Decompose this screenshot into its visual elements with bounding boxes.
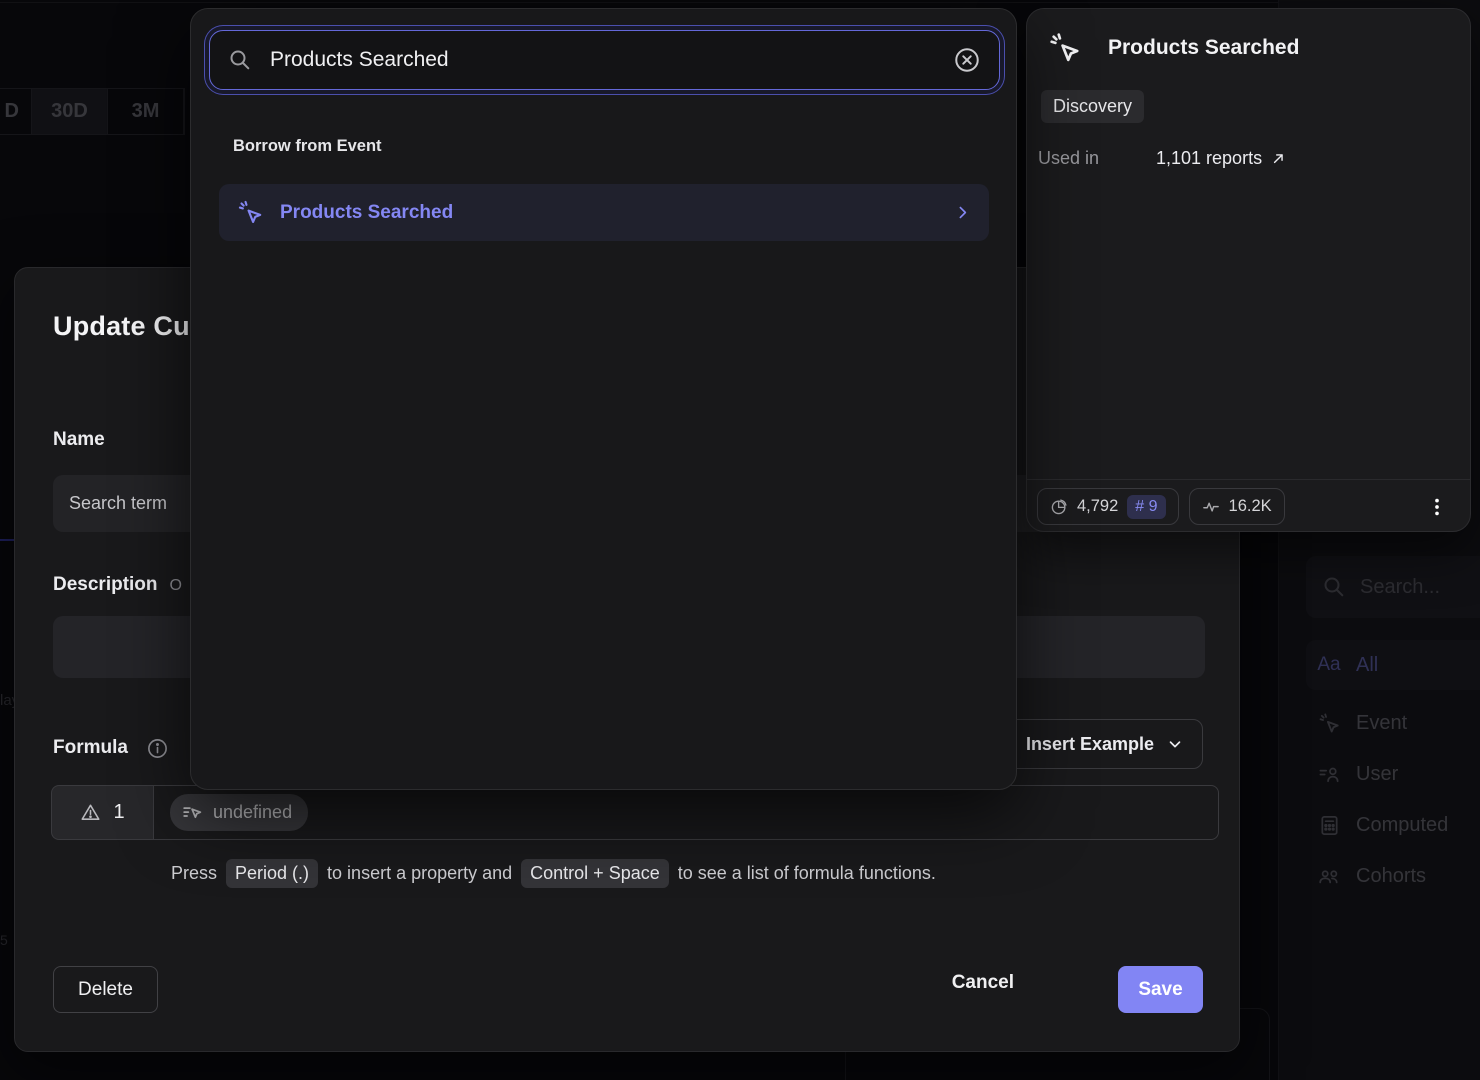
formula-error-indicator[interactable]: 1 [51, 785, 153, 840]
search-icon [228, 48, 252, 72]
sidebar-item-event[interactable]: Event [1306, 698, 1480, 748]
search-icon [1322, 575, 1346, 599]
optional-label-fragment: O [170, 577, 182, 594]
user-icon [1316, 763, 1342, 786]
cohorts-icon [1316, 865, 1342, 888]
formula-input[interactable]: undefined [153, 785, 1219, 840]
error-count: 1 [113, 801, 124, 824]
save-button[interactable]: Save [1118, 966, 1203, 1013]
pie-chart-icon [1050, 498, 1068, 516]
event-cursor-icon [1316, 712, 1342, 735]
clear-search-icon[interactable] [953, 46, 981, 74]
warning-icon [80, 802, 101, 823]
info-icon[interactable] [146, 737, 169, 760]
divider [0, 2, 1480, 3]
result-label: Products Searched [280, 202, 938, 224]
property-chip[interactable]: undefined [170, 794, 308, 831]
search-result-products-searched[interactable]: Products Searched [219, 184, 989, 241]
calculator-icon [1316, 814, 1342, 837]
event-cursor-icon [1048, 31, 1082, 65]
external-link-icon [1270, 150, 1287, 167]
sidebar-item-label: Computed [1356, 814, 1448, 837]
total-count: 4,792 [1077, 497, 1118, 516]
dropdown-search-field [209, 30, 1000, 90]
sidebar-item-label: Cohorts [1356, 865, 1426, 888]
category-badge: Discovery [1041, 90, 1144, 123]
time-range-30d[interactable]: 30D [32, 89, 108, 134]
sidebar-item-label: Event [1356, 712, 1407, 735]
sidebar-item-all[interactable]: Aa All [1306, 640, 1480, 690]
divider [1027, 479, 1470, 480]
description-label: DescriptionO [53, 574, 182, 596]
used-in-label: Used in [1038, 148, 1156, 169]
count-stat-pill[interactable]: 4,792 # 9 [1037, 488, 1179, 525]
modal-title: Update Cu [53, 311, 190, 342]
event-title: Products Searched [1108, 36, 1299, 60]
chevron-down-icon [1166, 735, 1184, 753]
property-search-dropdown: Borrow from Event Products Searched [190, 8, 1017, 790]
kbd-control-space: Control + Space [521, 859, 669, 888]
volume-stat-pill[interactable]: 16.2K [1189, 488, 1285, 525]
property-chip-label: undefined [213, 802, 292, 823]
chevron-right-icon [954, 204, 971, 221]
text-aa-icon: Aa [1316, 654, 1342, 676]
cancel-button[interactable]: Cancel [952, 972, 1014, 994]
sidebar-item-user[interactable]: User [1306, 749, 1480, 799]
activity-pulse-icon [1202, 498, 1220, 516]
app-screen: D 30D 3M lay 5 Aa All Event User [0, 0, 1480, 1080]
dropdown-search-input[interactable] [270, 48, 935, 72]
kbd-period: Period (.) [226, 859, 318, 888]
used-in-reports-link[interactable]: 1,101 reports [1156, 148, 1287, 169]
chart-line-fragment [0, 539, 14, 541]
time-range-7d[interactable]: D [0, 89, 32, 134]
sidebar-search[interactable] [1306, 556, 1480, 618]
sidebar-item-cohorts[interactable]: Cohorts [1306, 851, 1480, 901]
event-card-header: Products Searched [1048, 31, 1299, 65]
event-cursor-icon [237, 199, 264, 226]
formula-label: Formula [53, 737, 128, 759]
time-range-3m[interactable]: 3M [108, 89, 184, 134]
time-range-selector: D 30D 3M [0, 88, 185, 135]
volume-value: 16.2K [1229, 497, 1272, 516]
sidebar-item-computed[interactable]: Computed [1306, 800, 1480, 850]
event-stats-row: 4,792 # 9 16.2K [1037, 488, 1462, 525]
borrowed-property-icon [182, 802, 203, 823]
used-in-row: Used in 1,101 reports [1038, 148, 1287, 169]
more-options-button[interactable] [1426, 494, 1448, 520]
axis-number-fragment: 5 [0, 932, 8, 948]
rank-badge: # 9 [1127, 495, 1165, 519]
event-detail-card: Products Searched Discovery Used in 1,10… [1026, 8, 1471, 532]
name-label: Name [53, 429, 105, 451]
sidebar-item-label: User [1356, 763, 1398, 786]
sidebar-item-label: All [1356, 654, 1378, 677]
sidebar-search-input[interactable] [1360, 576, 1460, 599]
insert-example-button[interactable]: Insert Example [1005, 719, 1203, 769]
insert-example-label: Insert Example [1026, 734, 1154, 755]
formula-hint: Press Period (.) to insert a property an… [171, 859, 936, 888]
borrow-from-event-heading: Borrow from Event [233, 137, 382, 156]
formula-field: 1 undefined [51, 785, 1219, 840]
delete-button[interactable]: Delete [53, 966, 158, 1013]
